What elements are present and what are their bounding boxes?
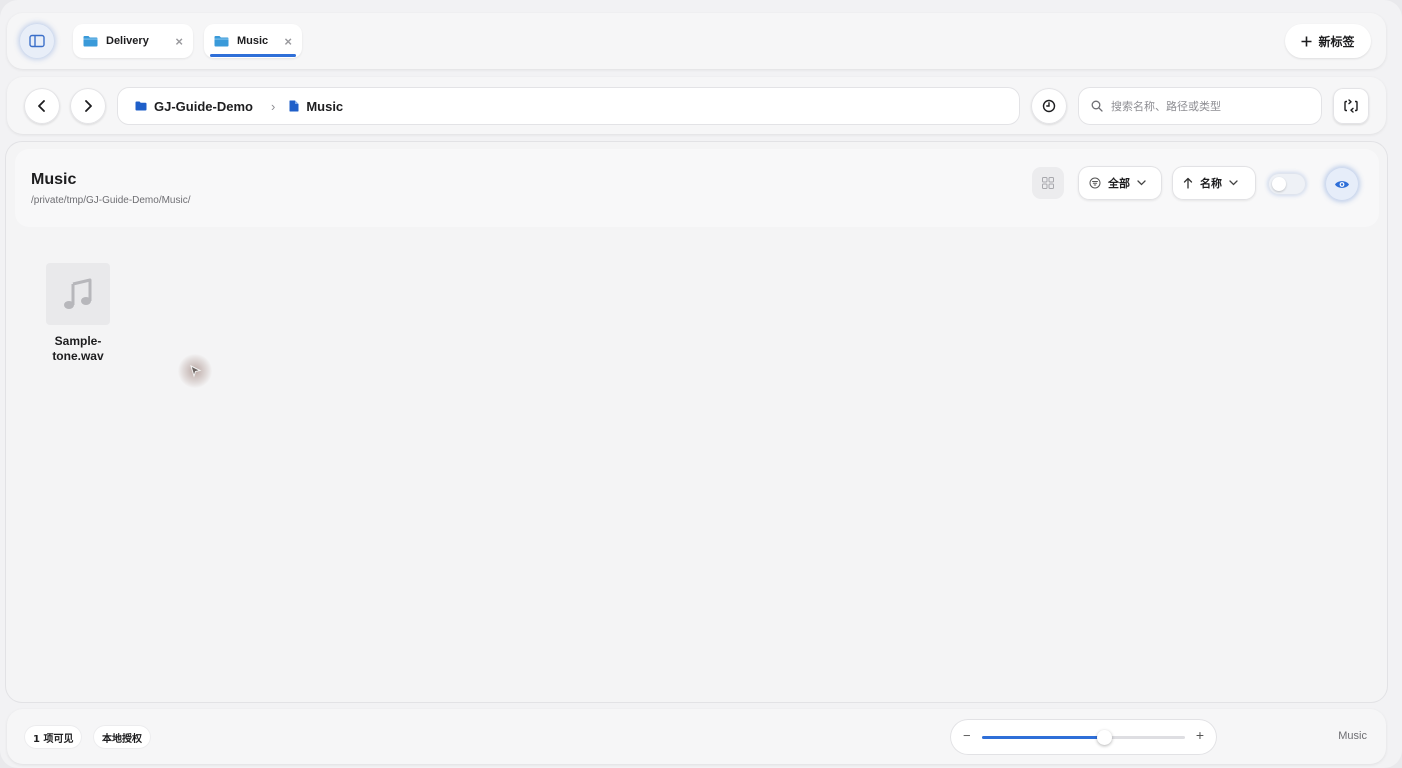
history-button[interactable] <box>1031 88 1067 124</box>
eye-icon <box>1335 180 1349 188</box>
filter-dropdown[interactable]: 全部 <box>1078 166 1162 200</box>
chevron-left-icon <box>38 100 45 112</box>
grid-icon <box>1042 177 1054 189</box>
status-bar: 1 项可见 本地授权 − + Music <box>7 709 1386 764</box>
back-button[interactable] <box>24 88 60 124</box>
cursor-arrow-icon <box>190 365 202 378</box>
chevron-down-icon <box>1137 180 1146 186</box>
chevron-right-icon <box>85 100 92 112</box>
preview-toggle-switch[interactable] <box>1268 173 1306 195</box>
folder-path: /private/tmp/GJ-Guide-Demo/Music/ <box>31 195 191 206</box>
search-icon <box>1091 100 1103 112</box>
close-tab-icon[interactable]: × <box>284 35 292 48</box>
breadcrumb-label: Music <box>306 98 344 114</box>
preview-visibility-button[interactable] <box>1325 167 1359 201</box>
tab-label: Music <box>237 35 269 47</box>
new-tab-button[interactable]: 新标签 <box>1285 24 1371 58</box>
clock-icon <box>1042 99 1056 113</box>
tab-music[interactable]: Music × <box>204 24 302 58</box>
new-tab-label: 新标签 <box>1318 34 1355 49</box>
folder-header: Music /private/tmp/GJ-Guide-Demo/Music/ … <box>15 149 1379 227</box>
zoom-out-button[interactable]: − <box>963 728 971 743</box>
tab-label: Delivery <box>106 35 149 47</box>
tab-delivery[interactable]: Delivery × <box>73 24 193 58</box>
authorization-badge: 本地授权 <box>93 725 151 749</box>
folder-title: Music <box>31 171 77 188</box>
file-icon <box>289 100 299 112</box>
file-thumbnail <box>46 263 110 325</box>
file-name-line: tone.wav <box>52 349 104 363</box>
mouse-cursor <box>178 354 212 388</box>
forward-button[interactable] <box>70 88 106 124</box>
folder-icon <box>135 101 147 111</box>
breadcrumb-item-current[interactable]: Music <box>289 99 343 114</box>
folder-icon <box>214 36 229 47</box>
navigation-bar: GJ-Guide-Demo › Music <box>7 77 1386 134</box>
file-name: Sample- tone.wav <box>36 334 120 364</box>
search-field[interactable] <box>1078 87 1322 125</box>
arrow-up-icon <box>1183 177 1193 189</box>
breadcrumb-item-root[interactable]: GJ-Guide-Demo <box>135 99 253 114</box>
chevron-right-icon: › <box>270 98 276 114</box>
grid-view-button[interactable] <box>1032 167 1064 199</box>
switch-knob <box>1272 177 1286 191</box>
close-tab-icon[interactable]: × <box>175 35 183 48</box>
sort-dropdown[interactable]: 名称 <box>1172 166 1256 200</box>
plus-icon <box>1301 36 1312 46</box>
tab-bar: Delivery × Music × 新标签 <box>7 13 1386 69</box>
sidebar-icon <box>29 34 45 48</box>
zoom-slider[interactable] <box>982 730 1185 745</box>
refresh-icon <box>1344 99 1358 113</box>
current-location-label: Music <box>1338 730 1367 742</box>
file-name-line: Sample- <box>54 334 102 348</box>
zoom-slider-fill <box>982 736 1104 739</box>
breadcrumb-label: GJ-Guide-Demo <box>154 98 253 114</box>
folder-icon <box>83 36 98 47</box>
file-item[interactable]: Sample- tone.wav <box>36 263 120 364</box>
app-window: Delivery × Music × 新标签 GJ-Guide-Demo › M… <box>0 0 1402 768</box>
sidebar-toggle-button[interactable] <box>19 23 55 59</box>
refresh-button[interactable] <box>1333 88 1369 124</box>
visible-count-badge: 1 项可见 <box>24 725 83 749</box>
music-note-icon <box>64 278 92 309</box>
filter-icon <box>1089 177 1101 189</box>
zoom-control: − + <box>950 719 1217 755</box>
zoom-in-button[interactable]: + <box>1196 727 1204 743</box>
sort-label: 名称 <box>1200 178 1222 190</box>
breadcrumb: GJ-Guide-Demo › Music <box>117 87 1020 125</box>
file-browser-panel: Music /private/tmp/GJ-Guide-Demo/Music/ … <box>6 142 1387 702</box>
search-input[interactable] <box>1111 99 1311 113</box>
chevron-down-icon <box>1229 180 1238 186</box>
filter-label: 全部 <box>1108 178 1130 190</box>
zoom-slider-thumb[interactable] <box>1096 730 1112 745</box>
